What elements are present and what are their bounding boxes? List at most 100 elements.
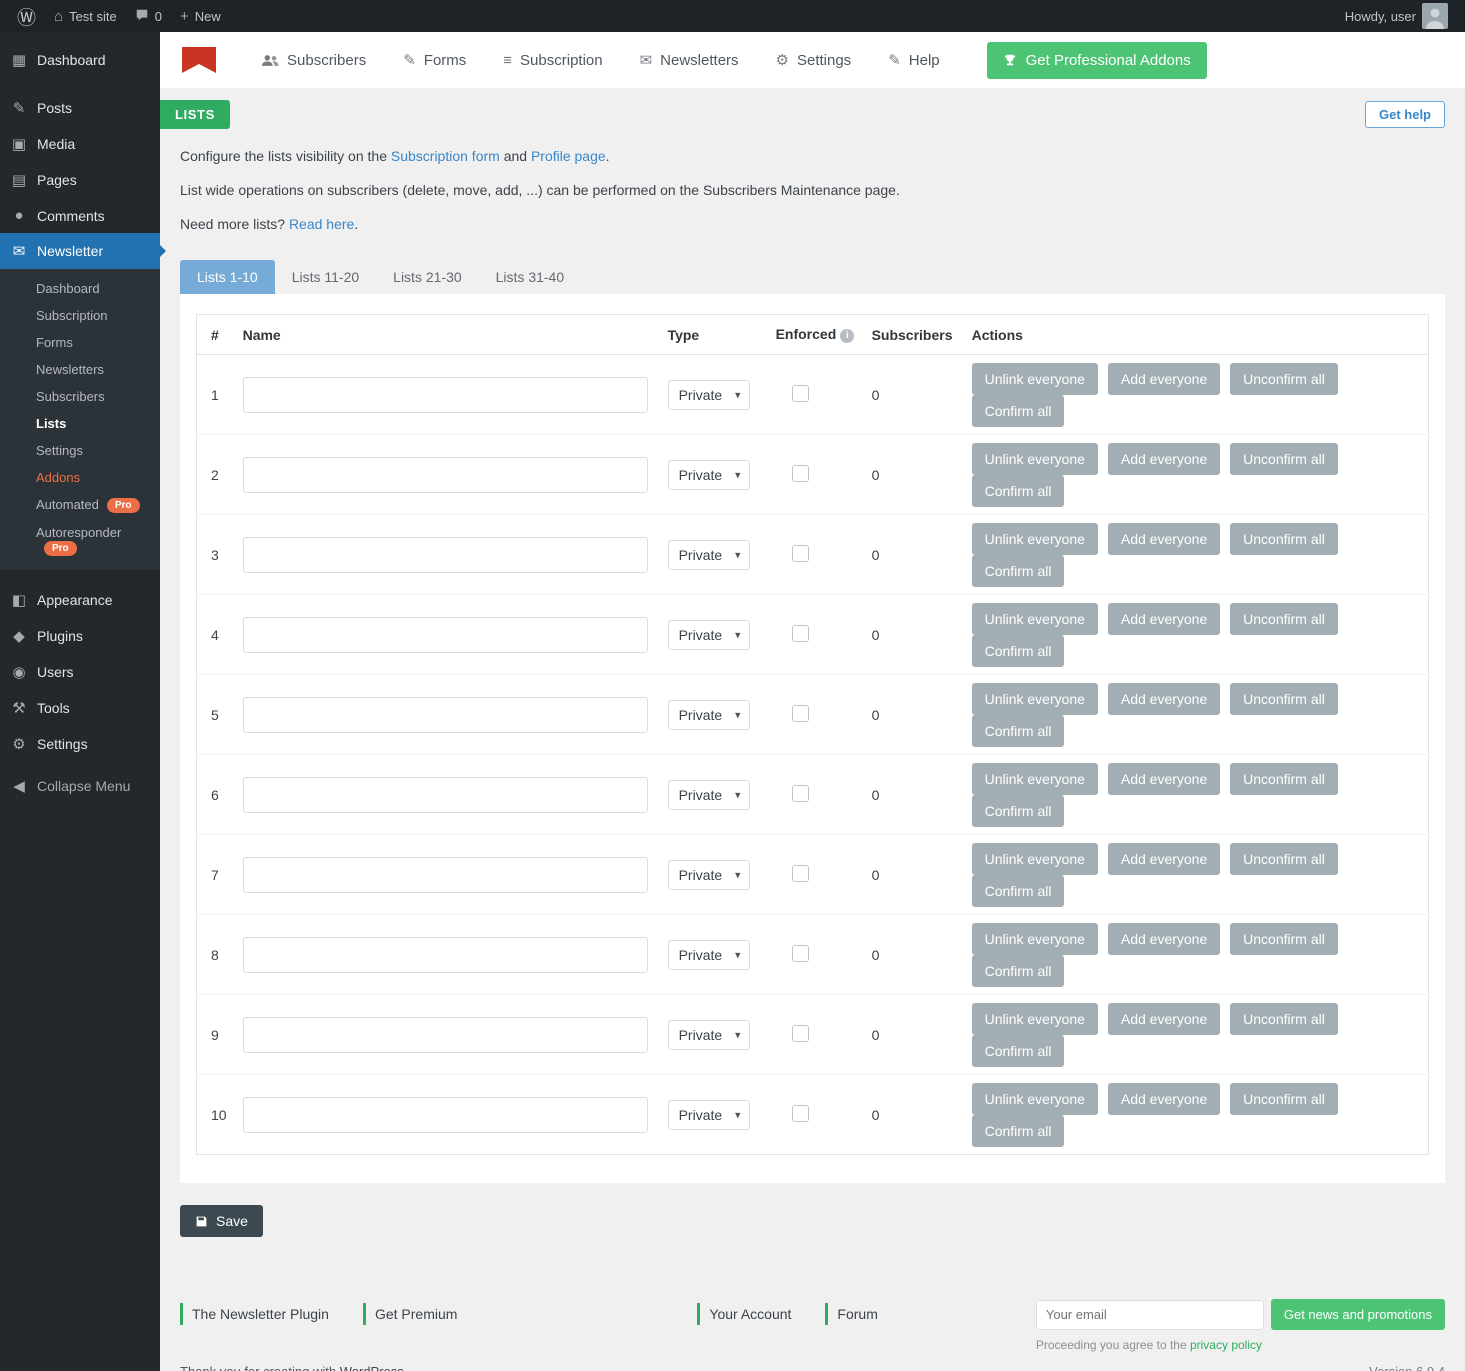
enforced-checkbox[interactable] [792,1105,809,1122]
confirm-all-button[interactable]: Confirm all [972,1035,1065,1067]
unconfirm-all-button[interactable]: Unconfirm all [1230,1083,1338,1115]
footer-link-forum[interactable]: Forum [825,1303,877,1325]
submenu-item-automated[interactable]: AutomatedPro [0,491,160,519]
submenu-item-addons[interactable]: Addons [0,464,160,491]
tab-lists-1-10[interactable]: Lists 1-10 [180,260,275,294]
submenu-item-forms[interactable]: Forms [0,329,160,356]
tab-lists-21-30[interactable]: Lists 21-30 [376,260,478,294]
add-everyone-button[interactable]: Add everyone [1108,443,1220,475]
unlink-everyone-button[interactable]: Unlink everyone [972,923,1098,955]
list-name-input[interactable] [243,617,648,653]
list-type-select[interactable]: Private [668,780,750,810]
add-everyone-button[interactable]: Add everyone [1108,363,1220,395]
add-everyone-button[interactable]: Add everyone [1108,1083,1220,1115]
add-everyone-button[interactable]: Add everyone [1108,843,1220,875]
list-name-input[interactable] [243,1097,648,1133]
enforced-checkbox[interactable] [792,385,809,402]
email-input[interactable] [1036,1300,1264,1330]
nav-subscribers[interactable]: Subscribers [261,52,366,69]
unlink-everyone-button[interactable]: Unlink everyone [972,683,1098,715]
add-everyone-button[interactable]: Add everyone [1108,1003,1220,1035]
list-type-select[interactable]: Private [668,860,750,890]
get-professional-addons-button[interactable]: Get Professional Addons [987,42,1207,79]
nav-settings[interactable]: ⚙ Settings [776,52,852,69]
unconfirm-all-button[interactable]: Unconfirm all [1230,683,1338,715]
sidebar-item-tools[interactable]: ⚒ Tools [0,690,160,726]
sidebar-item-media[interactable]: ▣ Media [0,126,160,162]
confirm-all-button[interactable]: Confirm all [972,635,1065,667]
footer-link-premium[interactable]: Get Premium [363,1303,457,1325]
submenu-item-subscription[interactable]: Subscription [0,302,160,329]
collapse-menu-button[interactable]: ◀ Collapse Menu [0,768,160,804]
unconfirm-all-button[interactable]: Unconfirm all [1230,763,1338,795]
wordpress-menu[interactable]: Ⓦ [8,0,45,32]
submenu-item-settings[interactable]: Settings [0,437,160,464]
nav-forms[interactable]: ✎ Forms [403,52,466,69]
subscription-form-link[interactable]: Subscription form [391,148,500,164]
confirm-all-button[interactable]: Confirm all [972,955,1065,987]
nav-subscription[interactable]: ≡ Subscription [503,52,602,69]
nav-newsletters[interactable]: ✉ Newsletters [640,52,739,69]
unconfirm-all-button[interactable]: Unconfirm all [1230,523,1338,555]
add-everyone-button[interactable]: Add everyone [1108,523,1220,555]
sidebar-item-comments[interactable]: ● Comments [0,198,160,233]
list-name-input[interactable] [243,457,648,493]
list-name-input[interactable] [243,537,648,573]
confirm-all-button[interactable]: Confirm all [972,555,1065,587]
enforced-checkbox[interactable] [792,785,809,802]
list-type-select[interactable]: Private [668,620,750,650]
unlink-everyone-button[interactable]: Unlink everyone [972,363,1098,395]
account-menu[interactable]: Howdy, user [1336,0,1457,32]
add-everyone-button[interactable]: Add everyone [1108,923,1220,955]
submenu-item-autoresponder[interactable]: AutoresponderPro [0,519,160,562]
list-type-select[interactable]: Private [668,380,750,410]
unconfirm-all-button[interactable]: Unconfirm all [1230,923,1338,955]
sidebar-item-plugins[interactable]: ◆ Plugins [0,618,160,654]
nav-help[interactable]: ✎ Help [888,52,939,69]
confirm-all-button[interactable]: Confirm all [972,1115,1065,1147]
enforced-checkbox[interactable] [792,545,809,562]
unlink-everyone-button[interactable]: Unlink everyone [972,843,1098,875]
sidebar-item-posts[interactable]: ✎ Posts [0,90,160,126]
tab-lists-31-40[interactable]: Lists 31-40 [479,260,581,294]
confirm-all-button[interactable]: Confirm all [972,875,1065,907]
unlink-everyone-button[interactable]: Unlink everyone [972,1083,1098,1115]
list-type-select[interactable]: Private [668,540,750,570]
list-name-input[interactable] [243,377,648,413]
enforced-checkbox[interactable] [792,1025,809,1042]
submenu-item-newsletters[interactable]: Newsletters [0,356,160,383]
sidebar-item-users[interactable]: ◉ Users [0,654,160,690]
new-content-menu[interactable]: + New [171,0,230,32]
list-name-input[interactable] [243,1017,648,1053]
add-everyone-button[interactable]: Add everyone [1108,603,1220,635]
unconfirm-all-button[interactable]: Unconfirm all [1230,603,1338,635]
unconfirm-all-button[interactable]: Unconfirm all [1230,1003,1338,1035]
enforced-checkbox[interactable] [792,465,809,482]
save-button[interactable]: Save [180,1205,263,1237]
unlink-everyone-button[interactable]: Unlink everyone [972,1003,1098,1035]
unlink-everyone-button[interactable]: Unlink everyone [972,763,1098,795]
site-name-menu[interactable]: ⌂ Test site [45,0,126,32]
list-type-select[interactable]: Private [668,1100,750,1130]
submenu-item-subscribers[interactable]: Subscribers [0,383,160,410]
get-help-button[interactable]: Get help [1365,101,1445,128]
confirm-all-button[interactable]: Confirm all [972,795,1065,827]
list-type-select[interactable]: Private [668,940,750,970]
add-everyone-button[interactable]: Add everyone [1108,683,1220,715]
unlink-everyone-button[interactable]: Unlink everyone [972,603,1098,635]
unconfirm-all-button[interactable]: Unconfirm all [1230,443,1338,475]
list-name-input[interactable] [243,777,648,813]
submenu-item-dashboard[interactable]: Dashboard [0,275,160,302]
enforced-checkbox[interactable] [792,705,809,722]
footer-link-account[interactable]: Your Account [697,1303,791,1325]
footer-link-plugin[interactable]: The Newsletter Plugin [180,1303,329,1325]
add-everyone-button[interactable]: Add everyone [1108,763,1220,795]
unlink-everyone-button[interactable]: Unlink everyone [972,443,1098,475]
read-here-link[interactable]: Read here [289,216,354,232]
sidebar-item-dashboard[interactable]: ▦ Dashboard [0,42,160,78]
confirm-all-button[interactable]: Confirm all [972,715,1065,747]
privacy-policy-link[interactable]: privacy policy [1190,1338,1262,1352]
list-type-select[interactable]: Private [668,460,750,490]
sidebar-item-settings[interactable]: ⚙ Settings [0,726,160,762]
list-name-input[interactable] [243,937,648,973]
